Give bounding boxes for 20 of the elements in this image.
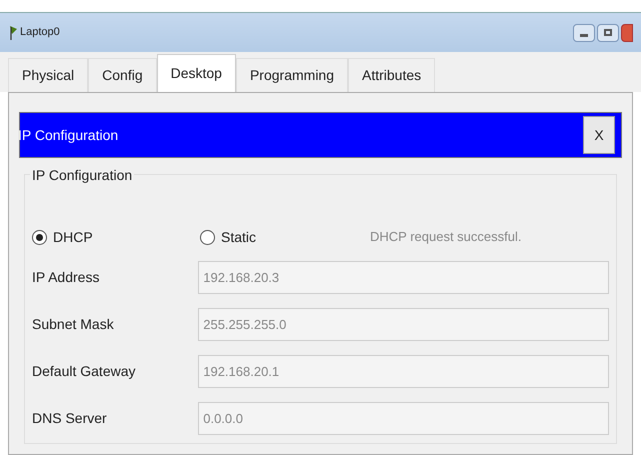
tab[interactable]: Programming — [236, 58, 348, 92]
field-label: IP Address — [32, 268, 100, 287]
maximize-button[interactable] — [597, 24, 619, 42]
radio-button[interactable] — [32, 230, 47, 244]
tab[interactable]: Desktop — [156, 54, 236, 92]
field-label: Default Gateway — [32, 362, 136, 381]
app-title: IP Configuration — [18, 126, 118, 145]
tab[interactable]: Physical — [8, 58, 88, 92]
tab[interactable]: Attributes — [348, 58, 436, 92]
close-button[interactable] — [621, 24, 633, 42]
tab[interactable]: Config — [88, 58, 157, 92]
radio-option[interactable]: Static — [200, 226, 370, 248]
minimize-button[interactable] — [573, 24, 595, 42]
window-title: Laptop0 — [20, 25, 60, 40]
field-label: DNS Server — [32, 409, 108, 428]
close-button[interactable]: X — [583, 116, 615, 154]
radio-option[interactable]: DHCP — [32, 226, 200, 248]
radio-button[interactable] — [200, 230, 215, 244]
field-label: Subnet Mask — [32, 315, 115, 334]
status-text: DHCP request successful. — [370, 228, 522, 246]
